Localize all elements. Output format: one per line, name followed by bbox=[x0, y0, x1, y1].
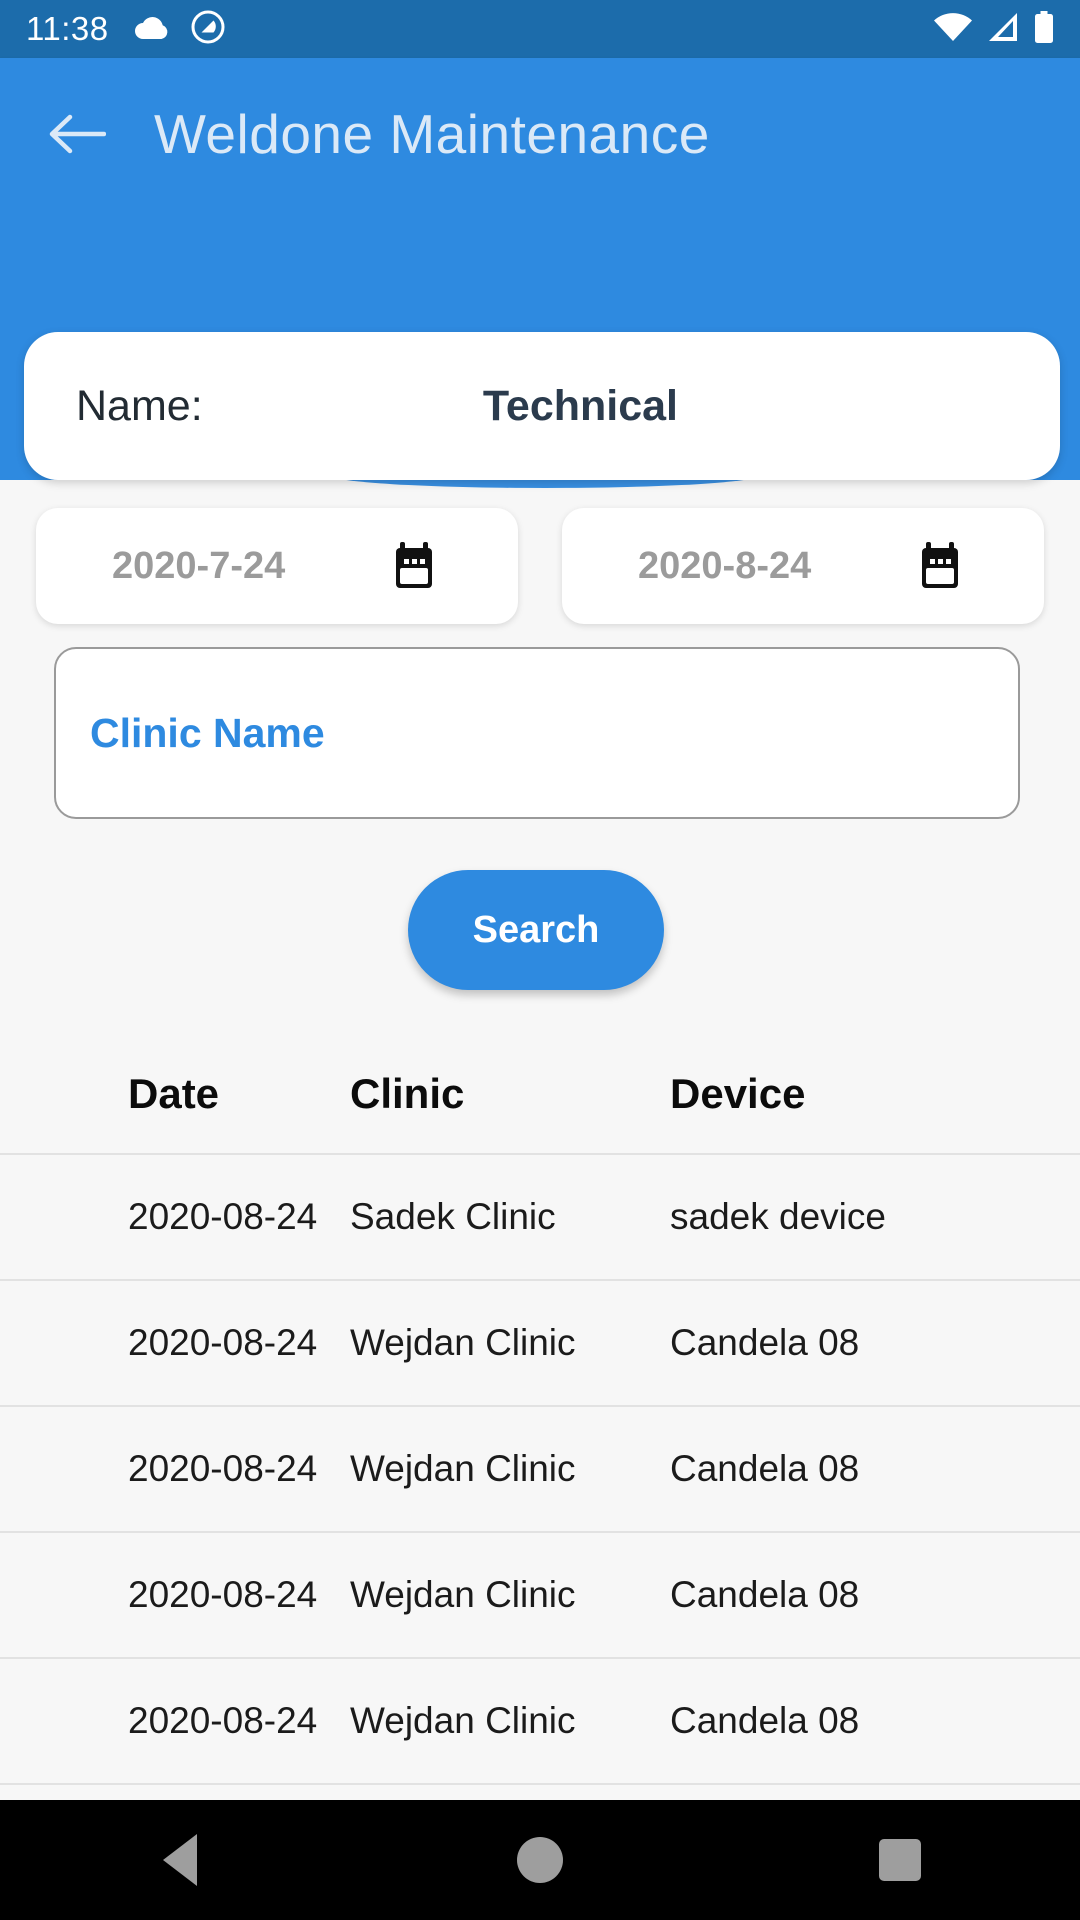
technician-name-card: Name: Technical bbox=[24, 332, 1060, 480]
calendar-icon[interactable] bbox=[388, 540, 440, 592]
row-clinic: Wejdan Clinic bbox=[350, 1322, 576, 1363]
nav-recents-button[interactable] bbox=[830, 1800, 970, 1920]
status-bar: 11:38 bbox=[0, 0, 1080, 58]
battery-icon bbox=[1034, 10, 1054, 48]
table-row[interactable]: 2020-08-24 Wejdan Clinic Candela 08 bbox=[0, 1531, 1080, 1657]
app-screen: 11:38 Weldone Maintenance Name: Technica… bbox=[0, 0, 1080, 1920]
row-date: 2020-08-24 bbox=[128, 1196, 318, 1237]
table-row[interactable]: 2020-08-24 Sadek Clinic sadek device bbox=[0, 1153, 1080, 1279]
table-header-row: Date Clinic Device bbox=[0, 1035, 1080, 1153]
row-date: 2020-08-24 bbox=[128, 1574, 318, 1615]
row-device: sadek device bbox=[670, 1196, 886, 1237]
wifi-icon bbox=[934, 12, 972, 47]
row-device: Candela 08 bbox=[670, 1322, 860, 1363]
results-table: Date Clinic Device 2020-08-24 Sadek Clin… bbox=[0, 1035, 1080, 1785]
arrow-left-icon bbox=[49, 114, 106, 154]
name-label: Name: bbox=[76, 381, 203, 430]
table-header-date: Date bbox=[128, 1070, 220, 1117]
date-to-value: 2020-8-24 bbox=[638, 544, 812, 587]
row-clinic: Wejdan Clinic bbox=[350, 1574, 576, 1615]
table-row[interactable]: 2020-08-24 Wejdan Clinic Candela 08 bbox=[0, 1405, 1080, 1531]
row-clinic: Wejdan Clinic bbox=[350, 1700, 576, 1741]
search-button-label: Search bbox=[472, 908, 600, 951]
status-bar-system-icons bbox=[934, 10, 1054, 48]
search-button[interactable]: Search bbox=[408, 870, 664, 990]
row-clinic: Sadek Clinic bbox=[350, 1196, 556, 1237]
table-bottom-divider bbox=[0, 1783, 1080, 1785]
date-from-field[interactable]: 2020-7-24 bbox=[36, 508, 518, 624]
calendar-icon[interactable] bbox=[914, 540, 966, 592]
nav-home-button[interactable] bbox=[470, 1800, 610, 1920]
back-button[interactable] bbox=[22, 79, 132, 189]
row-date: 2020-08-24 bbox=[128, 1448, 318, 1489]
nav-home-icon bbox=[517, 1837, 563, 1883]
table-header-clinic: Clinic bbox=[350, 1070, 465, 1117]
row-device: Candela 08 bbox=[670, 1448, 860, 1489]
nav-recents-icon bbox=[879, 1839, 921, 1881]
cellular-signal-icon bbox=[986, 12, 1020, 47]
row-clinic: Wejdan Clinic bbox=[350, 1448, 576, 1489]
table-row[interactable]: 2020-08-24 Wejdan Clinic Candela 08 bbox=[0, 1657, 1080, 1783]
android-nav-bar bbox=[0, 1800, 1080, 1920]
name-value: Technical bbox=[482, 381, 678, 430]
row-device: Candela 08 bbox=[670, 1574, 860, 1615]
app-bar: Weldone Maintenance bbox=[0, 58, 1080, 210]
table-row[interactable]: 2020-08-24 Wejdan Clinic Candela 08 bbox=[0, 1279, 1080, 1405]
clinic-name-placeholder: Clinic Name bbox=[90, 709, 325, 756]
page-title: Weldone Maintenance bbox=[154, 103, 710, 165]
cloud-icon bbox=[134, 14, 169, 45]
quickoffice-circle-icon bbox=[191, 10, 225, 49]
date-filter-row: 2020-7-24 2020-8-24 bbox=[0, 508, 1080, 624]
status-bar-clock: 11:38 bbox=[26, 10, 109, 47]
row-device: Candela 08 bbox=[670, 1700, 860, 1741]
status-bar-notification-icons bbox=[134, 10, 225, 49]
nav-back-button[interactable] bbox=[110, 1800, 250, 1920]
date-to-field[interactable]: 2020-8-24 bbox=[562, 508, 1044, 624]
nav-back-icon bbox=[163, 1834, 197, 1886]
row-date: 2020-08-24 bbox=[128, 1700, 318, 1741]
table-header-device: Device bbox=[670, 1070, 806, 1117]
clinic-name-input[interactable]: Clinic Name bbox=[54, 647, 1020, 819]
date-from-value: 2020-7-24 bbox=[112, 544, 286, 587]
row-date: 2020-08-24 bbox=[128, 1322, 318, 1363]
